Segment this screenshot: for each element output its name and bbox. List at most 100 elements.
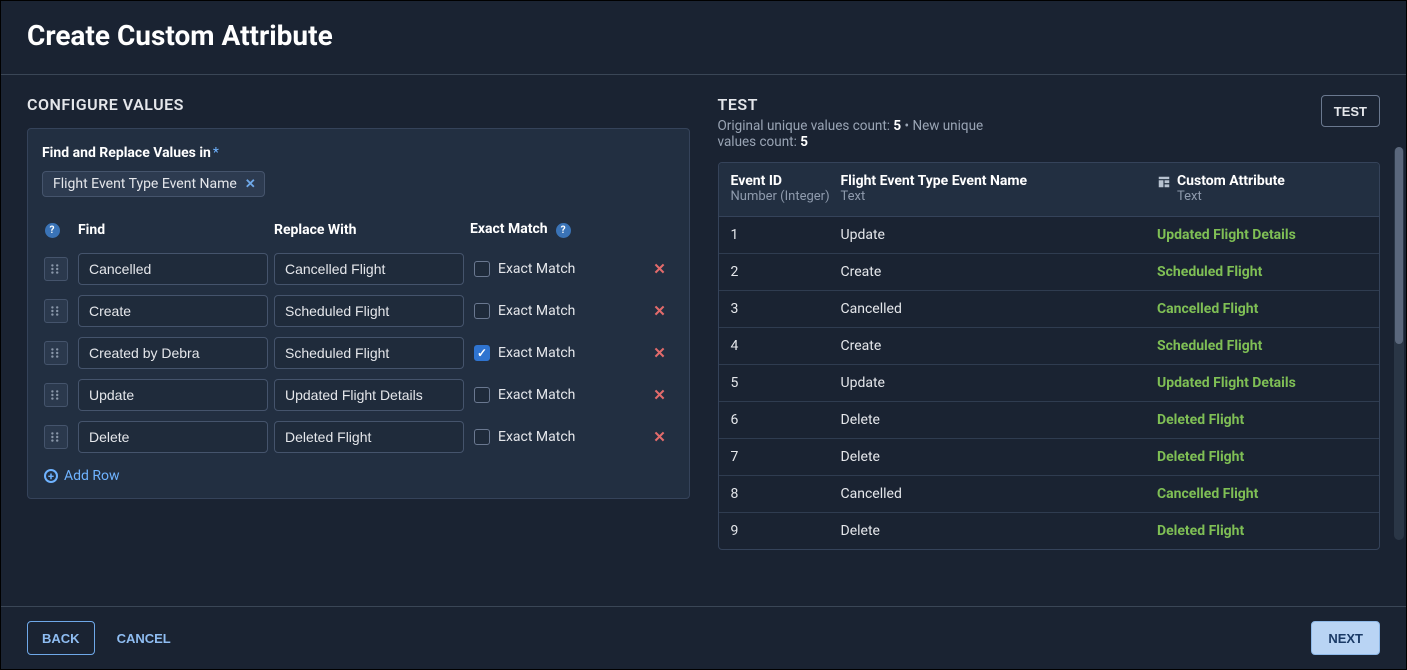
exact-match-toggle[interactable]: Exact Match (470, 429, 641, 445)
test-section-title: TEST (718, 95, 1018, 114)
find-input[interactable] (78, 253, 268, 285)
table-row: 5UpdateUpdated Flight Details (719, 365, 1380, 402)
cell-event-name: Create (841, 338, 1158, 354)
rule-row: Exact Match ✕ (42, 248, 675, 290)
page-body: CONFIGURE VALUES Find and Replace Values… (1, 75, 1406, 606)
rule-row: Exact Match ✕ (42, 290, 675, 332)
cell-event-id: 9 (731, 523, 841, 539)
exact-match-checkbox[interactable] (474, 303, 490, 319)
cancel-button[interactable]: CANCEL (103, 621, 185, 655)
replace-input[interactable] (274, 295, 464, 327)
replace-input[interactable] (274, 337, 464, 369)
test-header-left: TEST Original unique values count: 5 • N… (718, 95, 1018, 150)
scrollbar-thumb[interactable] (1395, 147, 1403, 344)
cell-custom-value: Deleted Flight (1157, 449, 1367, 465)
table-row: 9DeleteDeleted Flight (719, 513, 1380, 549)
col-replace: Replace With (274, 222, 464, 238)
table-row: 8CancelledCancelled Flight (719, 476, 1380, 513)
footer-left: BACK CANCEL (27, 621, 185, 655)
cell-custom-value: Updated Flight Details (1157, 375, 1367, 391)
scrollbar[interactable] (1394, 147, 1404, 540)
cell-event-name: Cancelled (841, 301, 1158, 317)
cell-event-name: Cancelled (841, 486, 1158, 502)
table-row: 1UpdateUpdated Flight Details (719, 217, 1380, 254)
plus-icon: + (44, 469, 58, 483)
table-row: 7DeleteDeleted Flight (719, 439, 1380, 476)
configure-card: Find and Replace Values in* Flight Event… (27, 128, 690, 499)
col-event-id: Event ID Number (Integer) (731, 173, 841, 204)
exact-match-label: Exact Match (498, 345, 575, 361)
exact-match-checkbox[interactable] (474, 429, 490, 445)
required-indicator: * (213, 145, 219, 161)
rule-row: Exact Match ✕ (42, 416, 675, 458)
chip-remove-icon[interactable]: ✕ (245, 177, 256, 192)
test-header-row: TEST Original unique values count: 5 • N… (718, 95, 1381, 150)
cell-custom-value: Updated Flight Details (1157, 227, 1367, 243)
replace-input[interactable] (274, 253, 464, 285)
cell-custom-value: Scheduled Flight (1157, 264, 1367, 280)
delete-row-icon[interactable]: ✕ (647, 302, 673, 320)
cell-event-id: 4 (731, 338, 841, 354)
page-footer: BACK CANCEL NEXT (1, 606, 1406, 669)
exact-match-checkbox[interactable] (474, 387, 490, 403)
exact-match-label: Exact Match (498, 303, 575, 319)
drag-handle-icon[interactable] (44, 299, 68, 323)
table-row: 6DeleteDeleted Flight (719, 402, 1380, 439)
delete-row-icon[interactable]: ✕ (647, 386, 673, 404)
add-row-button[interactable]: + Add Row (42, 468, 120, 484)
drag-handle-icon[interactable] (44, 383, 68, 407)
test-rows: 1UpdateUpdated Flight Details2CreateSche… (719, 217, 1380, 549)
add-row-label: Add Row (64, 468, 120, 484)
page-header: Create Custom Attribute (1, 1, 1406, 75)
test-table-head: Event ID Number (Integer) Flight Event T… (719, 163, 1380, 217)
exact-match-help-icon[interactable] (555, 222, 571, 238)
cell-event-name: Delete (841, 523, 1158, 539)
exact-match-label: Exact Match (498, 429, 575, 445)
table-row: 4CreateScheduled Flight (719, 328, 1380, 365)
cell-event-name: Delete (841, 449, 1158, 465)
rule-row: Exact Match ✕ (42, 332, 675, 374)
cell-event-id: 1 (731, 227, 841, 243)
cell-custom-value: Scheduled Flight (1157, 338, 1367, 354)
cell-custom-value: Cancelled Flight (1157, 301, 1367, 317)
exact-match-toggle[interactable]: Exact Match (470, 345, 641, 361)
exact-match-toggle[interactable]: Exact Match (470, 303, 641, 319)
test-counts: Original unique values count: 5 • New un… (718, 118, 1018, 150)
exact-match-label: Exact Match (498, 261, 575, 277)
replace-input[interactable] (274, 421, 464, 453)
drag-handle-icon[interactable] (44, 425, 68, 449)
drag-help-icon[interactable] (44, 222, 60, 238)
rules-container: Exact Match✕Exact Match✕Exact Match✕Exac… (42, 248, 675, 458)
delete-row-icon[interactable]: ✕ (647, 428, 673, 446)
replace-input[interactable] (274, 379, 464, 411)
drag-handle-icon[interactable] (44, 257, 68, 281)
cell-event-name: Update (841, 375, 1158, 391)
exact-match-toggle[interactable]: Exact Match (470, 387, 641, 403)
col-find: Find (78, 222, 268, 238)
rule-row: Exact Match ✕ (42, 374, 675, 416)
calculated-icon (1157, 175, 1171, 189)
find-replace-label: Find and Replace Values in* (42, 145, 675, 161)
exact-match-toggle[interactable]: Exact Match (470, 261, 641, 277)
find-input[interactable] (78, 295, 268, 327)
exact-match-checkbox[interactable] (474, 261, 490, 277)
page-title: Create Custom Attribute (27, 19, 1380, 52)
cell-event-name: Delete (841, 412, 1158, 428)
configure-panel: CONFIGURE VALUES Find and Replace Values… (1, 75, 704, 606)
col-custom-attribute: Custom Attribute Text (1157, 173, 1367, 204)
cell-custom-value: Deleted Flight (1157, 412, 1367, 428)
next-button[interactable]: NEXT (1311, 621, 1380, 655)
find-input[interactable] (78, 337, 268, 369)
find-input[interactable] (78, 421, 268, 453)
test-table: Event ID Number (Integer) Flight Event T… (718, 162, 1381, 550)
delete-row-icon[interactable]: ✕ (647, 260, 673, 278)
find-input[interactable] (78, 379, 268, 411)
rules-header: Find Replace With Exact Match (42, 217, 675, 248)
drag-handle-icon[interactable] (44, 341, 68, 365)
delete-row-icon[interactable]: ✕ (647, 344, 673, 362)
exact-match-checkbox[interactable] (474, 345, 490, 361)
source-column-chip[interactable]: Flight Event Type Event Name ✕ (42, 171, 265, 197)
back-button[interactable]: BACK (27, 621, 95, 655)
table-row: 2CreateScheduled Flight (719, 254, 1380, 291)
run-test-button[interactable]: TEST (1321, 95, 1380, 127)
